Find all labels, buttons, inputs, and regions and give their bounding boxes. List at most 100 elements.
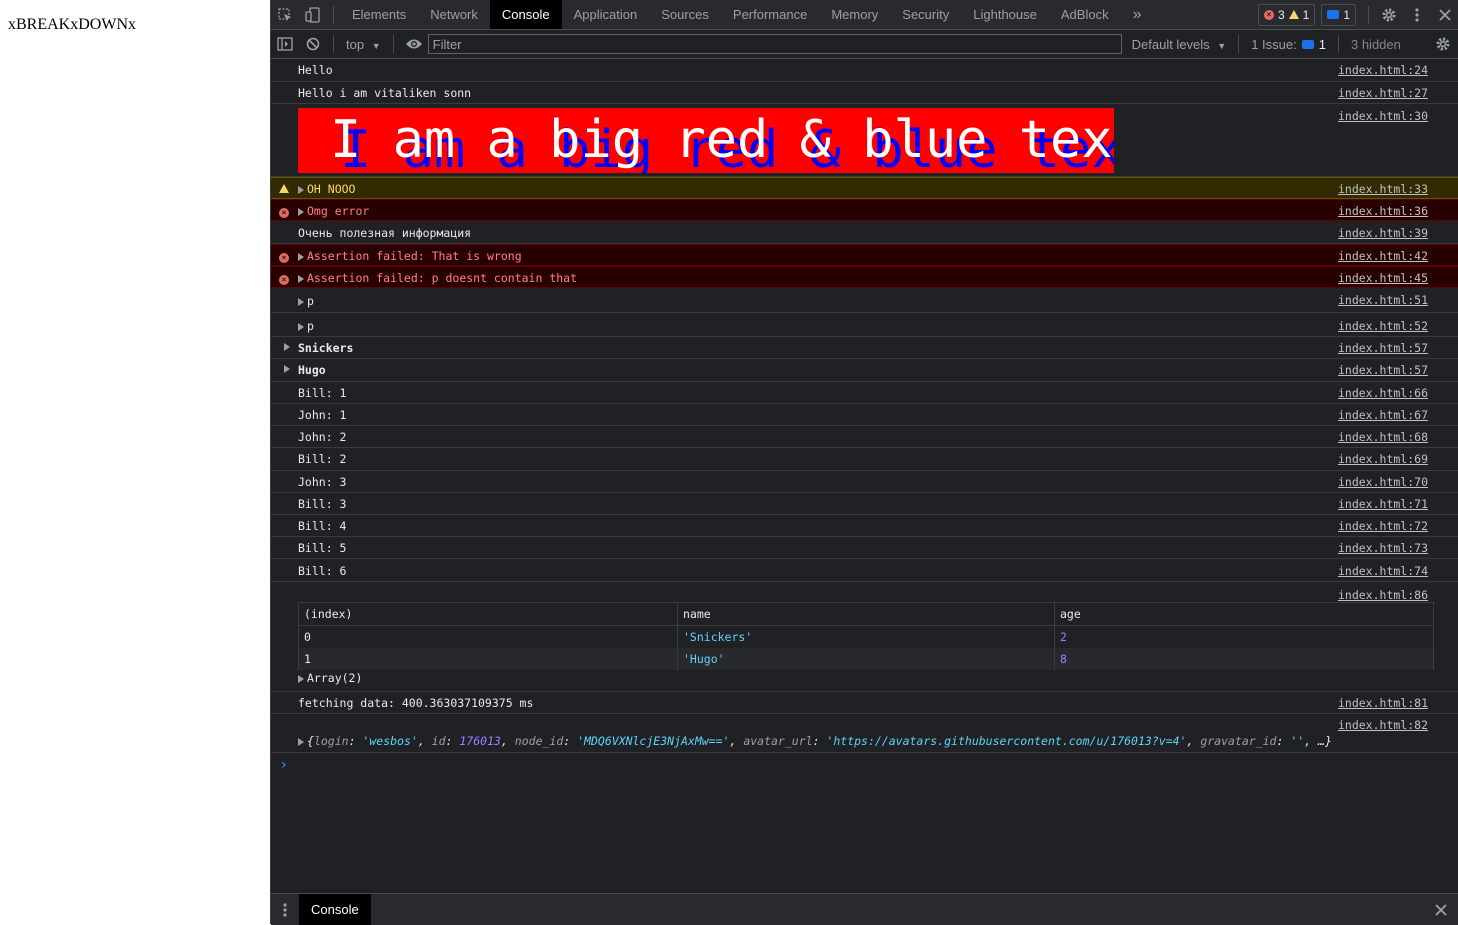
issues-button[interactable]: 1 Issue: 1: [1245, 37, 1332, 52]
table-header-cell[interactable]: (index): [298, 602, 678, 626]
close-devtools-icon[interactable]: [1431, 0, 1458, 29]
source-link[interactable]: index.html:73: [1338, 541, 1428, 555]
source-link[interactable]: index.html:57: [1338, 363, 1428, 377]
console-message: Bill: 1 index.html:66: [271, 382, 1458, 404]
message-text: Hello: [298, 63, 333, 77]
object-value: 176013: [459, 734, 501, 748]
inspect-element-icon[interactable]: [271, 0, 299, 29]
expand-triangle-icon: [298, 297, 304, 306]
array-preview[interactable]: Array(2): [298, 671, 362, 685]
source-link[interactable]: index.html:86: [1338, 588, 1428, 602]
error-warning-counter[interactable]: × 3 1: [1257, 3, 1316, 26]
page-body-text: xBREAKxDOWNx: [8, 16, 136, 33]
console-settings-gear-icon[interactable]: [1429, 30, 1457, 59]
console-prompt[interactable]: ›: [281, 757, 287, 773]
node-tag-text: p: [307, 319, 314, 333]
drawer-menu-icon[interactable]: [271, 895, 299, 924]
tab-console[interactable]: Console: [489, 0, 562, 29]
table-cell-index: 0: [298, 625, 678, 648]
settings-gear-icon[interactable]: [1375, 0, 1403, 29]
source-link[interactable]: index.html:70: [1338, 475, 1428, 489]
tab-application[interactable]: Application: [562, 0, 650, 29]
source-link[interactable]: index.html:72: [1338, 519, 1428, 533]
chevron-down-icon: ▼: [1217, 40, 1227, 51]
drawer-tabbar: Console: [271, 893, 1458, 925]
console-group[interactable]: Snickers index.html:57: [271, 337, 1458, 359]
message-text[interactable]: Omg error: [298, 204, 369, 218]
error-icon: ×: [279, 204, 289, 218]
object-value: 'https://avatars.githubusercontent.com/u…: [826, 734, 1187, 748]
source-link[interactable]: index.html:71: [1338, 497, 1428, 511]
dom-node-preview[interactable]: p: [298, 294, 314, 308]
table-cell-index: 1: [298, 648, 678, 670]
message-text: John: 1: [298, 408, 347, 422]
chevron-down-icon: ▼: [371, 40, 381, 51]
tab-performance[interactable]: Performance: [721, 0, 819, 29]
message-text[interactable]: Assertion failed: p doesnt contain that: [298, 271, 577, 285]
clear-console-icon[interactable]: [299, 30, 327, 59]
tab-lighthouse[interactable]: Lighthouse: [961, 0, 1049, 29]
source-link[interactable]: index.html:36: [1338, 204, 1428, 218]
drawer-tab-console[interactable]: Console: [299, 894, 371, 925]
kebab-menu-icon[interactable]: [1403, 0, 1431, 29]
object-key: node_id: [514, 734, 564, 748]
dom-node-preview[interactable]: p: [298, 319, 314, 333]
tab-network[interactable]: Network: [418, 0, 490, 29]
live-expression-eye-icon[interactable]: [400, 30, 428, 59]
sidebar-toggle-icon[interactable]: [271, 30, 299, 59]
node-tag-text: p: [307, 294, 314, 308]
console-object-message: index.html:82 {login: 'wesbos', id: 1760…: [271, 714, 1458, 753]
source-link[interactable]: index.html:52: [1338, 319, 1428, 333]
table-header-cell[interactable]: age: [1054, 602, 1434, 626]
message-text: Bill: 3: [298, 497, 347, 511]
source-link[interactable]: index.html:42: [1338, 249, 1428, 263]
source-link[interactable]: index.html:67: [1338, 408, 1428, 422]
message-text: Bill: 2: [298, 452, 347, 466]
source-link[interactable]: index.html:51: [1338, 293, 1428, 307]
source-link[interactable]: index.html:66: [1338, 386, 1428, 400]
table-cell-name: 'Snickers': [677, 625, 1055, 648]
source-link[interactable]: index.html:45: [1338, 271, 1428, 285]
tab-sources[interactable]: Sources: [649, 0, 721, 29]
source-link[interactable]: index.html:39: [1338, 226, 1428, 240]
console-message: Bill: 2 index.html:69: [271, 448, 1458, 471]
devtools-tabbar: Elements Network Console Application Sou…: [271, 0, 1458, 30]
object-value: '': [1290, 734, 1305, 748]
tab-elements[interactable]: Elements: [340, 0, 418, 29]
message-text[interactable]: OH NOOO: [298, 182, 355, 196]
expand-triangle-icon: [298, 674, 304, 683]
messages-counter[interactable]: 1: [1321, 3, 1356, 26]
object-brace: , …}: [1304, 734, 1332, 748]
table-header-row: (index) name age: [298, 602, 1434, 626]
source-link[interactable]: index.html:74: [1338, 564, 1428, 578]
object-preview[interactable]: {login: 'wesbos', id: 176013, node_id: '…: [298, 734, 1332, 748]
source-link[interactable]: index.html:57: [1338, 341, 1428, 355]
devtools-panel: Elements Network Console Application Sou…: [270, 0, 1458, 925]
source-link[interactable]: index.html:33: [1338, 182, 1428, 196]
error-icon: ×: [1263, 9, 1274, 20]
console-group[interactable]: Hugo index.html:57: [271, 359, 1458, 382]
source-link[interactable]: index.html:82: [1338, 718, 1428, 732]
filter-input[interactable]: [427, 34, 1122, 54]
source-link[interactable]: index.html:24: [1338, 63, 1428, 77]
tab-security[interactable]: Security: [890, 0, 961, 29]
source-link[interactable]: index.html:27: [1338, 86, 1428, 100]
context-selector[interactable]: top ▼: [340, 37, 387, 52]
warning-icon: [279, 182, 289, 196]
log-levels-dropdown[interactable]: Default levels ▼: [1126, 37, 1233, 52]
device-toolbar-icon[interactable]: [299, 0, 327, 29]
error-text: Assertion failed: That is wrong: [307, 249, 522, 263]
table-header-cell[interactable]: name: [677, 602, 1055, 626]
source-link[interactable]: index.html:69: [1338, 452, 1428, 466]
tab-memory[interactable]: Memory: [819, 0, 890, 29]
source-link[interactable]: index.html:68: [1338, 430, 1428, 444]
array-label: Array(2): [307, 671, 363, 685]
table-row: 0 'Snickers' 2: [298, 625, 1434, 648]
tab-adblock[interactable]: AdBlock: [1049, 0, 1121, 29]
warning-count: 1: [1302, 7, 1310, 22]
message-text[interactable]: Assertion failed: That is wrong: [298, 249, 522, 263]
source-link[interactable]: index.html:30: [1338, 109, 1428, 123]
close-drawer-icon[interactable]: [1427, 895, 1455, 924]
source-link[interactable]: index.html:81: [1338, 696, 1428, 710]
more-tabs-button[interactable]: »: [1121, 0, 1154, 29]
